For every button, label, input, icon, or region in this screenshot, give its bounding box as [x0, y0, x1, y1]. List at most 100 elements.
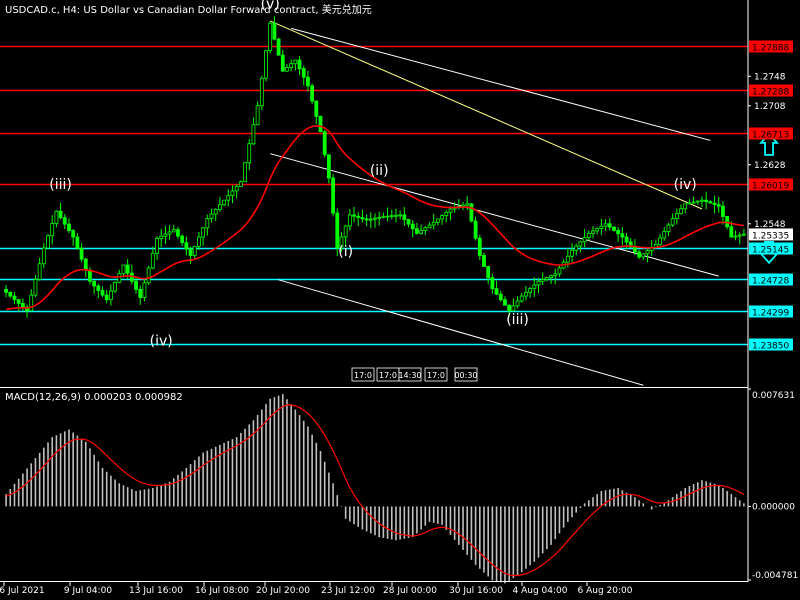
candle-body [389, 215, 394, 218]
candle-body [121, 264, 126, 275]
level-label-4: 1.25145 [752, 246, 789, 256]
candle-body [565, 255, 570, 263]
candle-body [624, 236, 629, 243]
candle-body [255, 105, 260, 126]
time-tick-label-7: 30 Jul 16:00 [449, 586, 503, 596]
level-label-6: 1.24299 [752, 309, 789, 319]
macd-tick-label-0: 0.007631 [752, 391, 795, 401]
usdcad-chart[interactable]: (iii)(iv)(v)(ii)(i)(iii)(iv) 1.278881.27… [0, 0, 800, 600]
candle-body [238, 181, 243, 187]
candle-body [364, 218, 369, 221]
candle-body [712, 202, 717, 205]
candle-body [373, 217, 377, 220]
candle-body [440, 215, 444, 220]
candle-body [666, 224, 671, 232]
candle-body [725, 215, 730, 228]
candle-body [700, 199, 704, 202]
candle-body [96, 285, 101, 291]
candle-body [595, 228, 600, 232]
level-label-1: 1.27288 [752, 88, 789, 98]
price-tick-label-1: 1.2628 [754, 161, 786, 171]
candle-body [691, 201, 696, 204]
candle-body [180, 235, 185, 243]
level-label-7: 1.23850 [752, 342, 789, 352]
wave-label-4: (i) [338, 244, 353, 260]
session-label-3: 17:0 [427, 371, 445, 380]
session-label-0: 17:0 [354, 371, 372, 380]
candle-body [729, 226, 734, 238]
candle-body [314, 100, 319, 117]
candle-body [100, 290, 105, 296]
candle-body [461, 204, 465, 207]
candle-body [272, 22, 277, 40]
candle-body [679, 208, 683, 215]
candle-body [125, 264, 130, 274]
time-tick-label-2: 13 Jul 16:00 [129, 586, 183, 596]
candle-body [285, 67, 289, 72]
candle-body [532, 284, 537, 290]
candle-body [721, 205, 725, 217]
candle-body [498, 293, 503, 301]
candle-body [549, 275, 553, 278]
candle-body [528, 288, 533, 293]
candle-body [695, 200, 700, 203]
candle-body [503, 299, 507, 306]
candle-body [683, 203, 688, 210]
candle-body [536, 280, 541, 286]
candle-body [8, 291, 13, 297]
candle-body [435, 218, 440, 223]
candle-body [322, 131, 327, 156]
candle-body [394, 214, 398, 217]
candle-body [687, 202, 692, 205]
candle-body [465, 203, 470, 206]
candle-body [33, 279, 38, 296]
level-label-5: 1.24728 [752, 277, 789, 287]
candle-body [146, 267, 151, 284]
candle-body [280, 54, 285, 72]
candle-body [553, 273, 558, 277]
session-label-1: 17:0 [379, 371, 397, 380]
price-tick-label-2: 1.2708 [754, 102, 786, 112]
candle-body [674, 213, 679, 219]
candle-body [708, 201, 713, 204]
candle-body [167, 231, 172, 235]
candle-body [742, 233, 746, 236]
candle-body [92, 280, 97, 287]
candle-body [213, 208, 218, 215]
candle-body [159, 235, 164, 239]
time-tick-label-6: 28 Jul 00:00 [383, 586, 437, 596]
candle-body [423, 227, 428, 231]
candle-body [75, 236, 80, 249]
candle-body [343, 225, 348, 238]
candle-body [142, 282, 147, 298]
macd-tick-label-2: -0.004781 [752, 571, 798, 581]
candle-body [578, 241, 583, 247]
candle-body [4, 288, 8, 293]
candle-body [419, 230, 424, 234]
candle-body [150, 252, 155, 269]
candle-body [473, 220, 478, 239]
candle-body [188, 248, 193, 256]
candle-body [645, 250, 650, 255]
candle-body [234, 185, 239, 192]
candle-body [113, 281, 117, 292]
candle-body [544, 277, 549, 280]
candle-body [243, 162, 247, 183]
candle-body [716, 204, 721, 207]
candle-body [201, 227, 206, 238]
candle-body [318, 115, 323, 132]
candle-body [641, 253, 646, 258]
candle-body [163, 233, 168, 237]
candle-body [612, 226, 616, 231]
wave-label-1: (iv) [150, 333, 173, 349]
candle-body [50, 223, 55, 237]
candle-body [331, 177, 335, 214]
price-tick-label-3: 1.2748 [754, 72, 786, 82]
macd-tick-label-1: 0.000000 [752, 502, 795, 512]
candle-body [662, 231, 667, 239]
candle-body [217, 204, 222, 210]
candle-body [704, 199, 709, 203]
candle-body [276, 38, 281, 56]
candle-body [138, 288, 143, 298]
candle-body [377, 216, 382, 219]
